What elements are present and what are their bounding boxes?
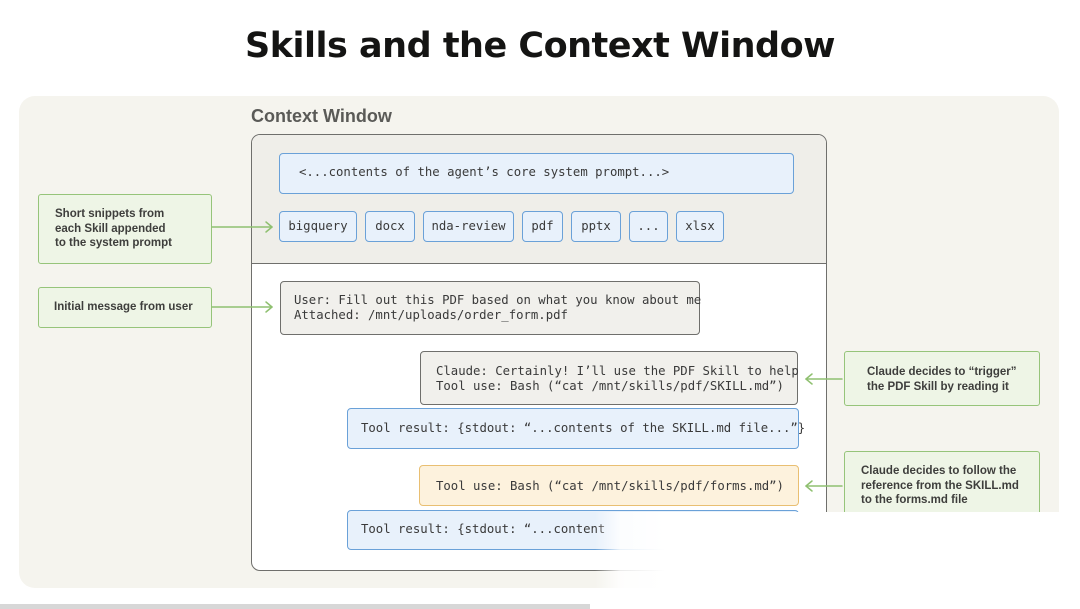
callout-user-message-text: Initial message from user <box>54 301 193 313</box>
tool-result-skill-box: Tool result: {stdout: “...contents of th… <box>347 408 805 449</box>
page-title: Skills and the Context Window <box>245 26 835 66</box>
skill-chip-pdf: pdf <box>522 211 563 242</box>
skill-chip-ellipsis: ... <box>629 211 668 242</box>
callout-skill-snippets: Short snippets from each Skill appended … <box>38 194 212 264</box>
callout-trigger-skill-text: Claude decides to “trigger” the PDF Skil… <box>867 366 1017 393</box>
bottom-strip <box>0 604 590 609</box>
callout-trigger-skill: Claude decides to “trigger” the PDF Skil… <box>844 351 1040 406</box>
user-message-box: User: Fill out this PDF based on what yo… <box>280 281 701 335</box>
skill-chip-nda-review: nda-review <box>423 211 514 242</box>
skill-chip-bigquery: bigquery <box>279 211 357 242</box>
skill-chip-pptx: pptx <box>571 211 621 242</box>
callout-follow-reference-text: Claude decides to follow the reference f… <box>861 465 1019 506</box>
callout-skill-snippets-text: Short snippets from each Skill appended … <box>55 208 172 249</box>
tool-use-forms-box: Tool use: Bash (“cat /mnt/skills/pdf/for… <box>419 465 799 506</box>
skill-chip-docx: docx <box>365 211 415 242</box>
context-window-title: Context Window <box>251 106 392 126</box>
callout-user-message: Initial message from user <box>38 287 212 328</box>
skill-chip-xlsx: xlsx <box>676 211 724 242</box>
claude-message-box: Claude: Certainly! I’ll use the PDF Skil… <box>420 351 799 405</box>
system-prompt-box: <...contents of the agent’s core system … <box>279 153 794 194</box>
fade-overlay <box>595 512 1080 609</box>
